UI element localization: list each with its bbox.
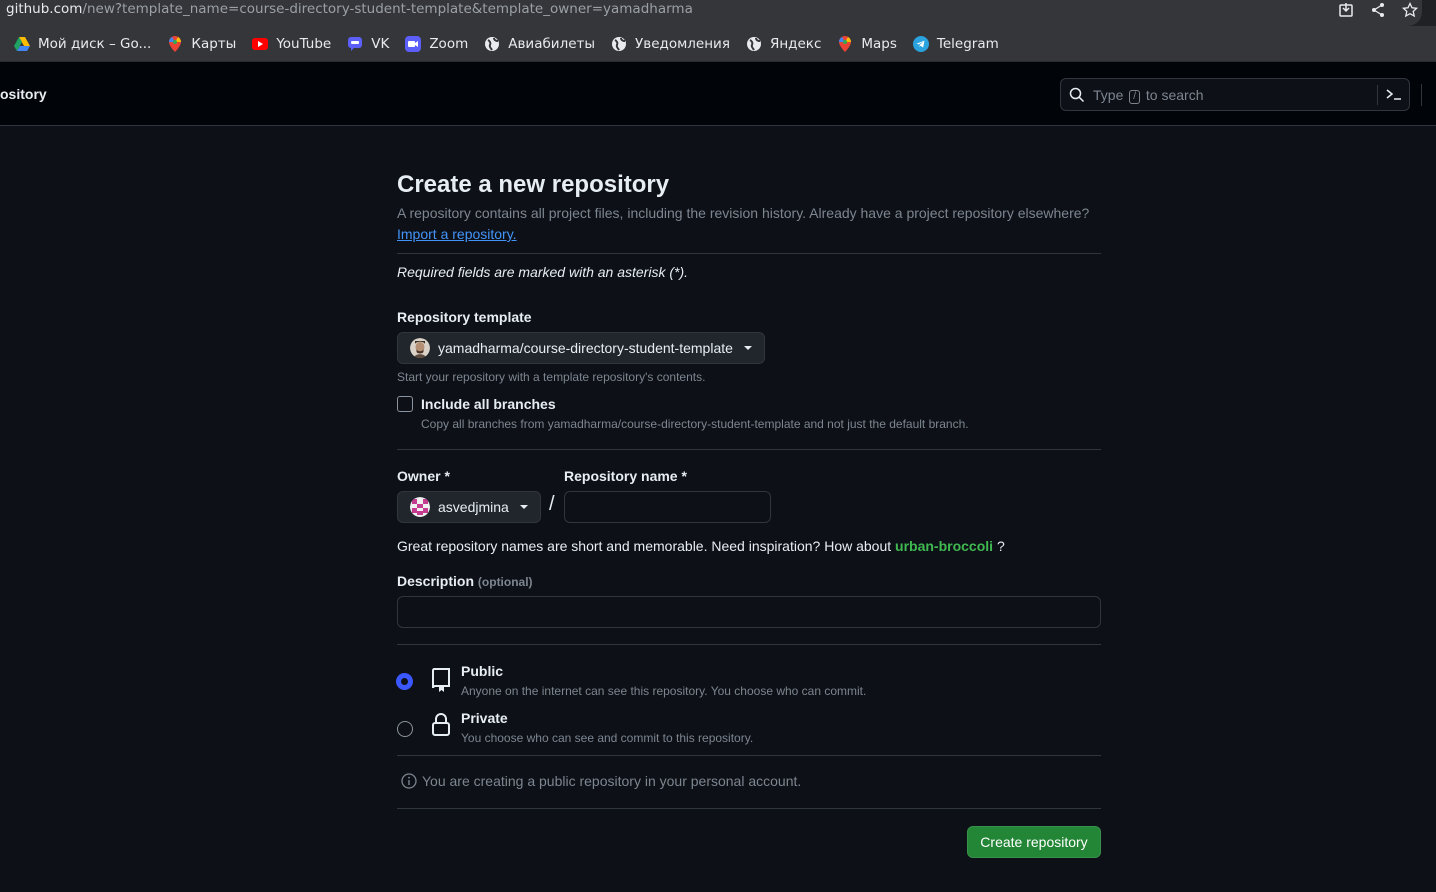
template-select[interactable]: yamadharma/course-directory-student-temp… [397, 332, 765, 364]
template-owner-avatar [410, 338, 430, 358]
bookmark-label: Zoom [429, 35, 469, 52]
page-context-title: ository [0, 86, 47, 102]
bookmark-aviabilety[interactable]: Авиабилеты [484, 30, 603, 58]
page-subtitle: A repository contains all project files,… [397, 205, 1090, 221]
globe-icon [484, 36, 500, 52]
bookmark-label: Мой диск – Go... [38, 35, 152, 52]
bookmark-label: YouTube [276, 35, 332, 52]
bookmark-google-drive[interactable]: Мой диск – Go... [14, 30, 159, 58]
search-suffix-text: to search [1145, 87, 1204, 103]
search-icon [1069, 87, 1085, 108]
chevron-down-icon [519, 505, 528, 509]
name-inspiration-text: Great repository names are short and mem… [397, 538, 1005, 554]
bookmarks-bar: Мой диск – Go... Карты YouTube VK Zoom А… [0, 26, 1436, 62]
divider [397, 755, 1101, 756]
template-label: Repository template [397, 309, 532, 325]
search-placeholder: Type / to search [1093, 87, 1204, 104]
command-palette-icon[interactable] [1385, 86, 1403, 107]
template-help-text: Start your repository with a template re… [397, 370, 706, 384]
github-header: ository Type / to search [0, 62, 1436, 126]
search-prefix-text: Type [1093, 87, 1124, 103]
share-icon[interactable] [1370, 2, 1386, 18]
url-host: github.com [6, 1, 83, 17]
google-drive-icon [14, 36, 30, 52]
repo-icon [430, 667, 452, 698]
public-option-description: Anyone on the internet can see this repo… [461, 684, 867, 698]
bookmark-label: Уведомления [635, 35, 730, 52]
import-repository-link[interactable]: Import a repository. [397, 226, 517, 242]
globe-icon [611, 36, 627, 52]
repository-name-input[interactable] [564, 491, 771, 523]
bookmark-label: Карты [191, 35, 237, 52]
search-divider [1377, 85, 1378, 105]
bookmark-label: Maps [861, 35, 897, 52]
include-all-branches-label[interactable]: Include all branches [421, 396, 556, 412]
private-option-title[interactable]: Private [461, 710, 508, 726]
owner-repo-separator: / [549, 493, 555, 515]
visibility-info-text: You are creating a public repository in … [422, 773, 802, 789]
zoom-icon [405, 35, 422, 52]
divider [397, 253, 1101, 254]
bookmark-label: Яндекс [769, 35, 822, 52]
lock-icon [430, 713, 452, 742]
info-icon [401, 773, 417, 789]
bookmark-uvedomleniya[interactable]: Уведомления [611, 30, 738, 58]
bookmark-star-icon[interactable] [1401, 1, 1419, 18]
bookmark-yandex[interactable]: Яндекс [746, 30, 829, 58]
create-repository-button[interactable]: Create repository [967, 826, 1101, 858]
youtube-icon [252, 36, 269, 52]
name-suggestion-link[interactable]: urban-broccoli [895, 538, 993, 554]
bookmark-karty[interactable]: Карты [167, 30, 244, 58]
description-label-text: Description [397, 573, 475, 589]
bookmark-telegram[interactable]: Telegram [912, 30, 1007, 58]
vk-icon [347, 36, 363, 52]
include-all-branches-help: Copy all branches from yamadharma/course… [421, 417, 969, 431]
divider [397, 449, 1101, 450]
header-divider [1421, 84, 1422, 106]
owner-select[interactable]: asvedjmina [397, 491, 541, 523]
install-app-icon[interactable] [1338, 2, 1354, 18]
omnibox[interactable]: github.com/new?template_name=course-dire… [0, 0, 1422, 26]
divider [397, 808, 1101, 809]
optional-badge: (optional) [477, 575, 533, 589]
bookmark-vk[interactable]: VK [347, 30, 397, 58]
description-input[interactable] [397, 596, 1101, 628]
inspiration-text: Great repository names are short and mem… [397, 538, 892, 554]
url-path: /new?template_name=course-directory-stud… [82, 1, 693, 17]
bookmark-label: Авиабилеты [508, 35, 596, 52]
bookmark-zoom[interactable]: Zoom [405, 30, 476, 58]
public-radio[interactable] [397, 674, 412, 689]
bookmark-label: Telegram [936, 35, 999, 52]
visibility-info: You are creating a public repository in … [401, 773, 801, 789]
google-maps-icon [167, 35, 183, 52]
description-label: Description (optional) [397, 573, 533, 589]
bookmark-youtube[interactable]: YouTube [252, 30, 339, 58]
include-all-branches-checkbox[interactable] [397, 396, 413, 412]
divider [397, 644, 1101, 645]
browser-address-bar: github.com/new?template_name=course-dire… [0, 0, 1436, 26]
search-shortcut-key: / [1129, 90, 1141, 104]
chevron-down-icon [743, 346, 752, 350]
search-input[interactable]: Type / to search [1060, 78, 1410, 111]
globe-icon [746, 36, 762, 52]
public-option-title[interactable]: Public [461, 663, 503, 679]
owner-label: Owner * [397, 468, 450, 484]
repository-name-label: Repository name * [564, 468, 687, 484]
private-radio[interactable] [397, 721, 413, 737]
page-title: Create a new repository [397, 171, 670, 198]
url-text[interactable]: github.com/new?template_name=course-dire… [6, 1, 693, 17]
owner-select-value: asvedjmina [438, 499, 509, 515]
bookmark-label: VK [371, 35, 390, 52]
owner-avatar [410, 497, 430, 517]
template-select-value: yamadharma/course-directory-student-temp… [438, 340, 733, 356]
google-maps-icon [837, 35, 853, 52]
private-option-description: You choose who can see and commit to thi… [461, 731, 754, 745]
bookmark-maps[interactable]: Maps [837, 30, 905, 58]
inspiration-end: ? [996, 538, 1005, 554]
telegram-icon [912, 35, 929, 52]
required-fields-note: Required fields are marked with an aster… [397, 264, 689, 280]
